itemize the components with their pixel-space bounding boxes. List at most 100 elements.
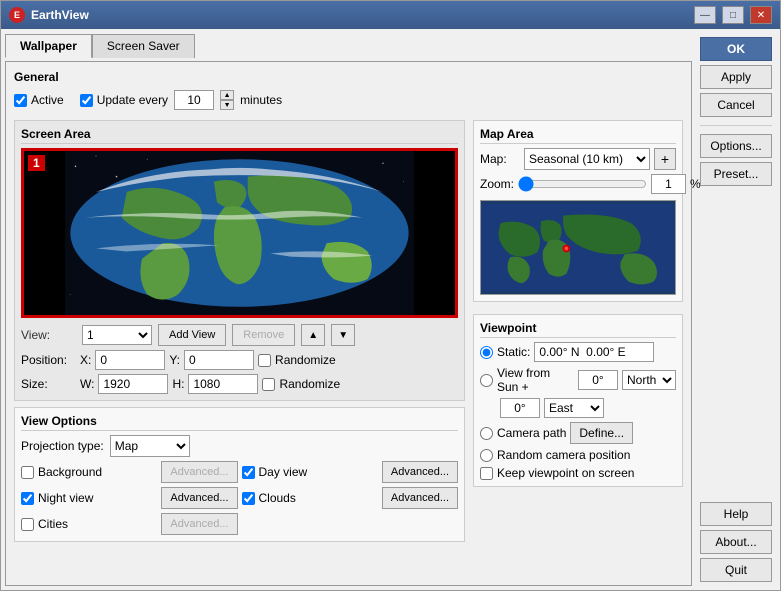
minimize-button[interactable]: — <box>694 6 716 24</box>
size-label: Size: <box>21 377 76 391</box>
earth-preview-svg <box>24 151 455 315</box>
apply-button[interactable]: Apply <box>700 65 772 89</box>
tab-bar: Wallpaper Screen Saver <box>5 33 692 57</box>
map-select[interactable]: Seasonal (10 km) Blue Marble <box>524 148 650 170</box>
clouds-label[interactable]: Clouds <box>242 491 296 505</box>
view-sun-dir-select[interactable]: North South <box>622 370 676 390</box>
random-camera-row: Random camera position <box>480 448 676 462</box>
general-section: General Active Update every <box>14 70 683 114</box>
maximize-button[interactable]: □ <box>722 6 744 24</box>
w-input[interactable] <box>98 374 168 394</box>
proj-label: Projection type: <box>21 439 104 453</box>
view-label: View: <box>21 328 76 342</box>
clouds-checkbox[interactable] <box>242 492 255 505</box>
night-view-checkbox[interactable] <box>21 492 34 505</box>
static-label: Static: <box>497 345 530 359</box>
cities-row: Cities Advanced... <box>21 513 238 535</box>
day-view-label[interactable]: Day view <box>242 465 308 479</box>
update-value-input[interactable] <box>174 90 214 110</box>
cities-checkbox[interactable] <box>21 518 34 531</box>
map-add-button[interactable]: + <box>654 148 676 170</box>
view-from-sun-radio[interactable] <box>480 374 493 387</box>
map-area-section: Map Area Map: Seasonal (10 km) Blue Marb… <box>473 120 683 302</box>
about-button[interactable]: About... <box>700 530 772 554</box>
camera-path-radio[interactable] <box>480 427 493 440</box>
clouds-text: Clouds <box>259 491 296 505</box>
random-camera-radio[interactable] <box>480 449 493 462</box>
nav-up-button[interactable]: ▲ <box>301 324 325 346</box>
keep-viewpoint-row: Keep viewpoint on screen <box>480 466 676 480</box>
randomize-size-text: Randomize <box>279 377 340 391</box>
x-label: X: <box>80 353 91 367</box>
options-button[interactable]: Options... <box>700 134 772 158</box>
night-view-label[interactable]: Night view <box>21 491 93 505</box>
spin-down-btn[interactable]: ▼ <box>220 100 234 110</box>
remove-button[interactable]: Remove <box>232 324 295 346</box>
east-dir-select[interactable]: East West <box>544 398 604 418</box>
randomize-size-label[interactable]: Randomize <box>262 377 340 391</box>
view-from-sun-label: View from Sun + <box>497 366 574 394</box>
randomize-size-checkbox[interactable] <box>262 378 275 391</box>
spacer <box>700 190 772 498</box>
static-radio[interactable] <box>480 346 493 359</box>
map-area-label: Map Area <box>480 127 676 144</box>
view-options-section: View Options Projection type: Map Globe <box>14 407 465 542</box>
update-label: Update every <box>97 93 168 107</box>
night-view-row: Night view Advanced... <box>21 487 238 509</box>
cities-advanced-btn[interactable]: Advanced... <box>161 513 237 535</box>
help-button[interactable]: Help <box>700 502 772 526</box>
active-checkbox-label[interactable]: Active <box>14 93 64 107</box>
background-label[interactable]: Background <box>21 465 102 479</box>
east-deg-input[interactable] <box>500 398 540 418</box>
h-input[interactable] <box>188 374 258 394</box>
x-input[interactable] <box>95 350 165 370</box>
ok-button[interactable]: OK <box>700 37 772 61</box>
w-label: W: <box>80 377 94 391</box>
cities-text: Cities <box>38 517 68 531</box>
app-icon: E <box>9 7 25 23</box>
random-camera-label: Random camera position <box>497 448 630 462</box>
randomize-pos-checkbox[interactable] <box>258 354 271 367</box>
viewpoint-label: Viewpoint <box>480 321 676 338</box>
view-from-sun-row: View from Sun + North South <box>480 366 676 394</box>
projection-select[interactable]: Map Globe <box>110 435 190 457</box>
title-bar: E EarthView — □ ✕ <box>1 1 780 29</box>
preset-button[interactable]: Preset... <box>700 162 772 186</box>
zoom-slider[interactable] <box>518 177 647 191</box>
general-label: General <box>14 70 683 84</box>
h-label: H: <box>172 377 184 391</box>
active-checkbox[interactable] <box>14 94 27 107</box>
cities-label[interactable]: Cities <box>21 517 68 531</box>
day-view-checkbox[interactable] <box>242 466 255 479</box>
keep-viewpoint-checkbox[interactable] <box>480 467 493 480</box>
y-input[interactable] <box>184 350 254 370</box>
night-view-text: Night view <box>38 491 93 505</box>
nav-down-button[interactable]: ▼ <box>331 324 355 346</box>
background-checkbox[interactable] <box>21 466 34 479</box>
static-input[interactable] <box>534 342 654 362</box>
close-button[interactable]: ✕ <box>750 6 772 24</box>
view-select[interactable]: 1 <box>82 325 152 345</box>
day-view-advanced-btn[interactable]: Advanced... <box>382 461 458 483</box>
camera-path-row: Camera path Define... <box>480 422 676 444</box>
randomize-pos-label[interactable]: Randomize <box>258 353 336 367</box>
spin-up-btn[interactable]: ▲ <box>220 90 234 100</box>
map-preview-svg <box>481 201 675 294</box>
tab-wallpaper[interactable]: Wallpaper <box>5 34 92 58</box>
update-checkbox[interactable] <box>80 94 93 107</box>
define-button[interactable]: Define... <box>570 422 633 444</box>
quit-button[interactable]: Quit <box>700 558 772 582</box>
update-checkbox-label[interactable]: Update every <box>80 93 168 107</box>
tab-screen-saver[interactable]: Screen Saver <box>92 34 195 58</box>
keep-viewpoint-label: Keep viewpoint on screen <box>497 466 634 480</box>
camera-path-label: Camera path <box>497 426 566 440</box>
background-advanced-btn[interactable]: Advanced... <box>161 461 237 483</box>
view-sun-deg-input[interactable] <box>578 370 618 390</box>
zoom-input[interactable] <box>651 174 686 194</box>
night-view-advanced-btn[interactable]: Advanced... <box>161 487 237 509</box>
add-view-button[interactable]: Add View <box>158 324 226 346</box>
y-label: Y: <box>169 353 180 367</box>
cancel-button[interactable]: Cancel <box>700 93 772 117</box>
background-row: Background Advanced... <box>21 461 238 483</box>
clouds-advanced-btn[interactable]: Advanced... <box>382 487 458 509</box>
